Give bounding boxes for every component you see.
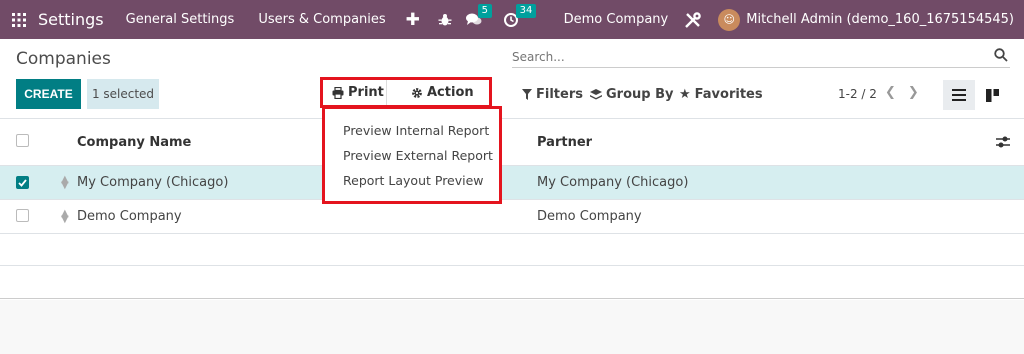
print-action-toolbar: Print Action xyxy=(320,77,492,108)
print-button[interactable]: Print xyxy=(323,80,387,105)
group-by-button[interactable]: Group By xyxy=(590,87,673,102)
activities-badge: 34 xyxy=(515,3,537,18)
user-avatar[interactable]: ☺ xyxy=(718,8,741,31)
menu-item-preview-external-report[interactable]: Preview External Report xyxy=(325,146,499,171)
user-menu[interactable]: Mitchell Admin (demo_160_1675154545) xyxy=(746,12,1014,27)
messages-badge: 5 xyxy=(477,3,492,18)
create-button[interactable]: CREATE xyxy=(16,79,81,109)
search-bar[interactable] xyxy=(512,46,1010,68)
print-dropdown-menu: Preview Internal Report Preview External… xyxy=(322,106,502,204)
partner-cell: Demo Company xyxy=(537,209,642,224)
tools-icon[interactable] xyxy=(684,11,702,29)
table-row[interactable]: ▲ ▼ My Company (Chicago) My Company (Chic… xyxy=(0,166,1024,200)
printer-icon xyxy=(332,86,344,99)
chevron-left-icon[interactable]: ❮ xyxy=(885,85,896,100)
top-navbar: Settings General Settings Users & Compan… xyxy=(0,0,1024,39)
plus-icon[interactable]: ✚ xyxy=(406,10,420,30)
group-by-label: Group By xyxy=(606,87,674,102)
menu-item-preview-internal-report[interactable]: Preview Internal Report xyxy=(325,121,499,146)
filters-button[interactable]: Filters xyxy=(522,87,583,102)
column-header-company-name[interactable]: Company Name xyxy=(77,135,191,150)
selected-count-badge: 1 selected xyxy=(87,79,159,109)
optional-columns-icon[interactable] xyxy=(996,135,1010,153)
company-switcher[interactable]: Demo Company xyxy=(564,12,669,27)
menu-general-settings[interactable]: General Settings xyxy=(126,12,235,27)
menu-users-companies[interactable]: Users & Companies xyxy=(258,12,385,27)
debug-bug-icon[interactable] xyxy=(438,13,452,27)
list-view-button[interactable] xyxy=(943,80,975,110)
filters-label: Filters xyxy=(536,87,583,102)
page-title: Companies xyxy=(16,49,111,69)
star-icon: ★ xyxy=(679,87,691,102)
list-footer-area xyxy=(0,300,1024,354)
table-header-row: Company Name Partner xyxy=(0,119,1024,166)
partner-cell: My Company (Chicago) xyxy=(537,175,689,190)
search-icon[interactable] xyxy=(994,48,1008,66)
messages-icon[interactable]: 5 xyxy=(465,3,492,27)
favorites-button[interactable]: ★ Favorites xyxy=(679,87,763,102)
filter-funnel-icon xyxy=(522,89,532,100)
search-input[interactable] xyxy=(512,49,1010,64)
row-checkbox[interactable] xyxy=(16,176,29,189)
company-name-cell: Demo Company xyxy=(77,209,182,224)
kanban-view-button[interactable] xyxy=(980,80,1004,110)
kanban-view-icon xyxy=(985,88,999,102)
apps-menu-icon[interactable] xyxy=(0,0,38,39)
table-row[interactable]: ▲ ▼ Demo Company Demo Company xyxy=(0,200,1024,234)
chevron-right-icon[interactable]: ❯ xyxy=(908,85,919,100)
company-name-cell: My Company (Chicago) xyxy=(77,175,229,190)
action-label: Action xyxy=(427,85,474,100)
activities-clock-icon[interactable]: 34 xyxy=(503,3,537,27)
print-label: Print xyxy=(348,85,384,100)
checkmark-icon xyxy=(18,178,27,187)
app-title[interactable]: Settings xyxy=(38,10,104,29)
empty-table-row xyxy=(0,266,1024,299)
action-button[interactable]: Action xyxy=(387,80,474,105)
layers-icon xyxy=(590,88,602,99)
drag-handle-icon[interactable]: ▲ ▼ xyxy=(61,175,69,191)
select-all-checkbox[interactable] xyxy=(16,134,29,147)
column-header-partner[interactable]: Partner xyxy=(537,135,592,150)
list-view-icon xyxy=(952,89,966,101)
row-checkbox[interactable] xyxy=(16,209,29,222)
empty-table-row xyxy=(0,234,1024,266)
menu-item-report-layout-preview[interactable]: Report Layout Preview xyxy=(325,171,499,196)
gear-icon xyxy=(412,87,422,98)
favorites-label: Favorites xyxy=(694,87,763,102)
pager-value[interactable]: 1-2 / 2 xyxy=(838,87,877,101)
drag-handle-icon[interactable]: ▲ ▼ xyxy=(61,209,69,225)
